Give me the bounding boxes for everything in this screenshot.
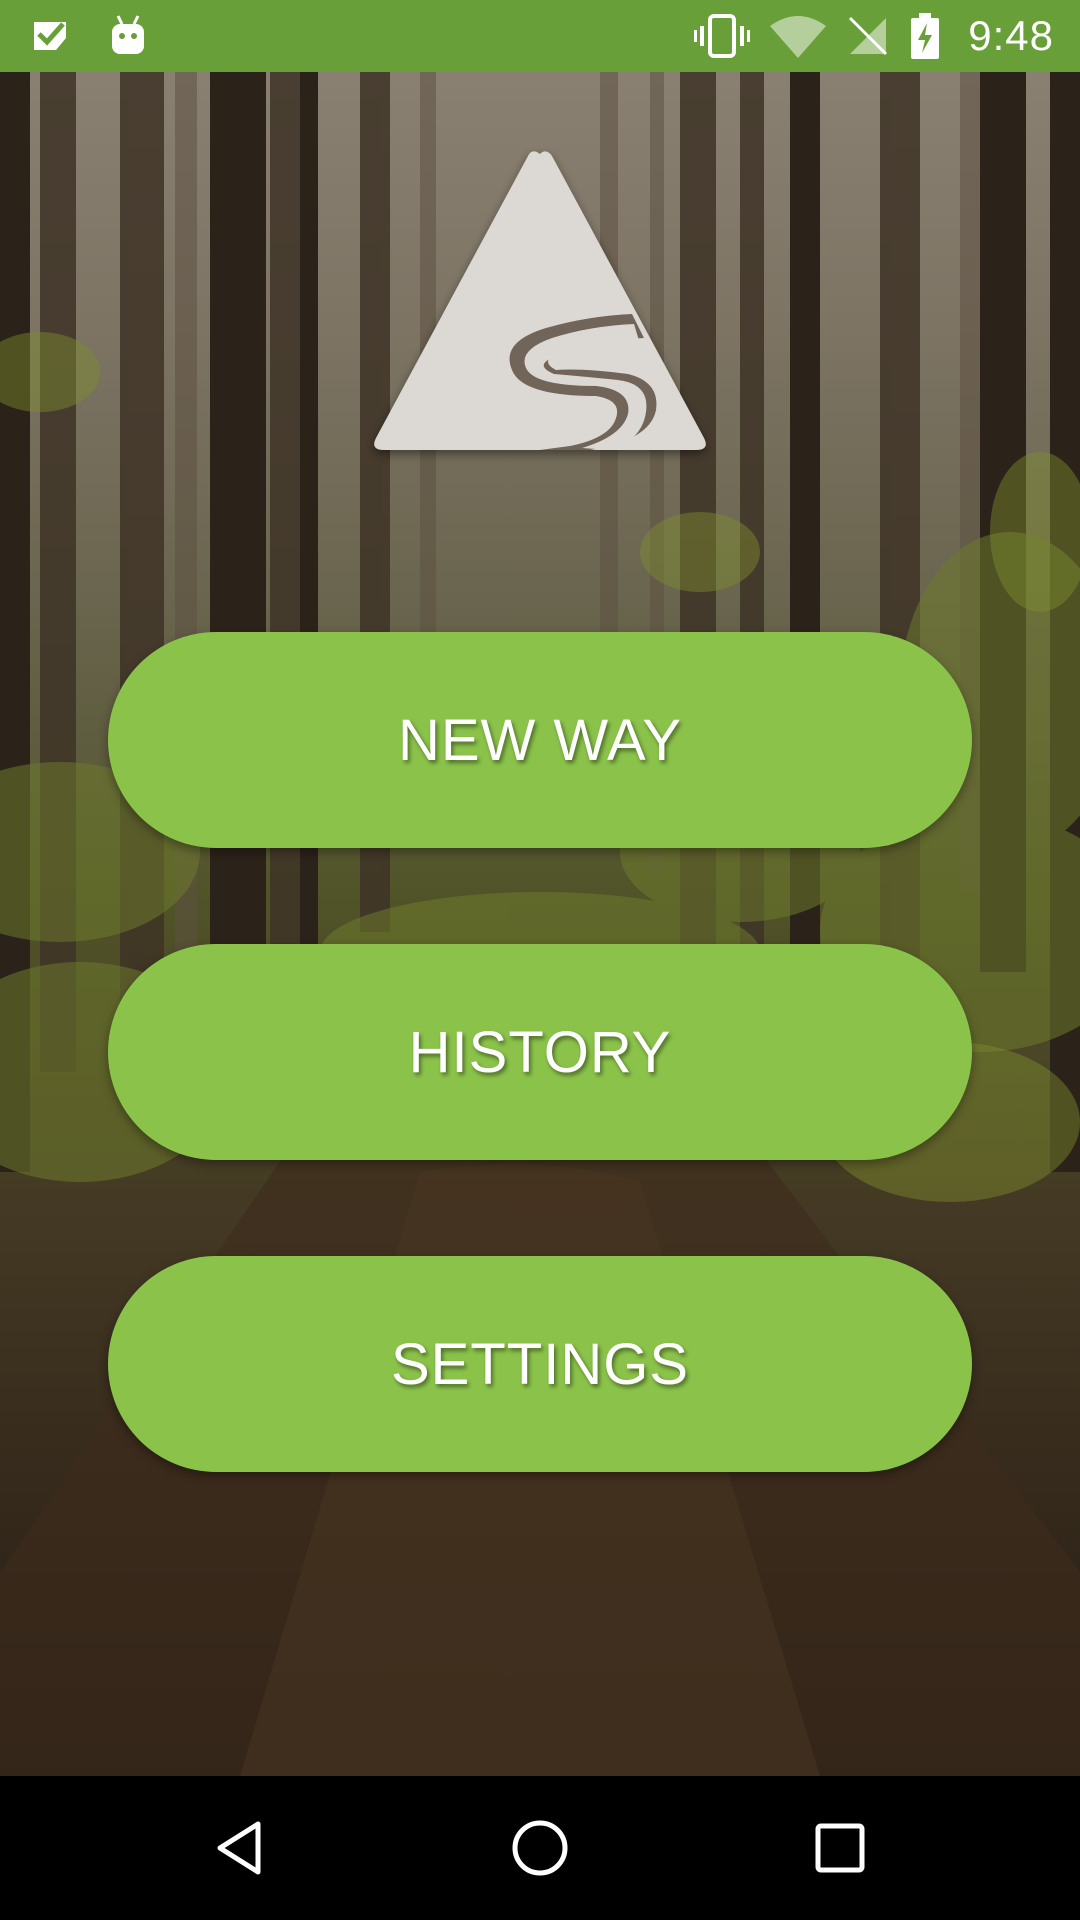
- recents-button[interactable]: [804, 1812, 876, 1884]
- navigation-bar: [0, 1776, 1080, 1920]
- tasks-check-icon: [34, 22, 66, 50]
- mountain-trail-logo-icon: [374, 151, 706, 450]
- status-time: 9:48: [968, 12, 1054, 59]
- status-right-icons: 9:48: [694, 0, 1054, 72]
- settings-button[interactable]: SETTINGS: [108, 1256, 972, 1472]
- back-icon: [217, 1821, 261, 1875]
- main-screen: 9:48 NEW WAY HISTORY SETTINGS: [0, 0, 1080, 1920]
- wifi-icon: [770, 16, 827, 58]
- new-way-button[interactable]: NEW WAY: [108, 632, 972, 848]
- vibrate-icon: [694, 14, 751, 58]
- status-bar: 9:48: [0, 0, 1080, 72]
- no-signal-icon: [849, 16, 888, 56]
- recents-icon: [815, 1823, 865, 1873]
- battery-charging-icon: [911, 13, 940, 59]
- home-icon: [512, 1820, 568, 1876]
- back-button[interactable]: [204, 1812, 276, 1884]
- android-robot-icon: [112, 15, 144, 54]
- history-button[interactable]: HISTORY: [108, 944, 972, 1160]
- home-button[interactable]: [504, 1812, 576, 1884]
- status-left-icons: [30, 0, 148, 72]
